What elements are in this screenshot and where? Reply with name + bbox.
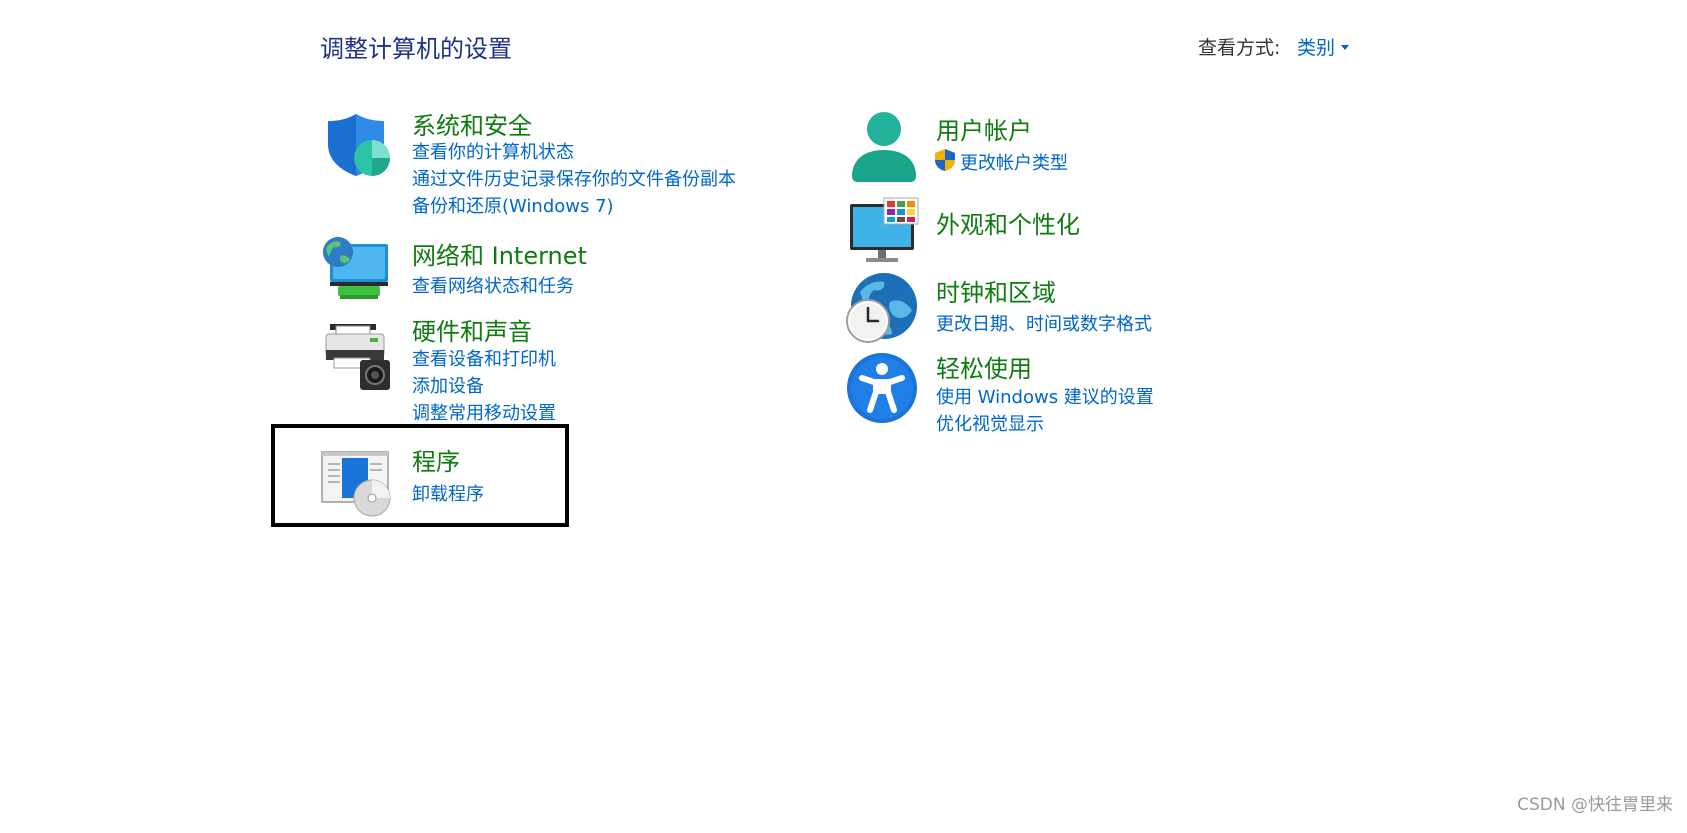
- category-ease-of-access[interactable]: 轻松使用: [936, 349, 1032, 384]
- user-icon[interactable]: [848, 110, 920, 182]
- caret-down-icon: [1341, 44, 1350, 50]
- page-title: 调整计算机的设置: [320, 35, 512, 63]
- category-programs[interactable]: 程序: [412, 442, 460, 477]
- monitor-color-icon[interactable]: [848, 196, 920, 268]
- watermark: CSDN @快往胃里来: [1517, 795, 1673, 815]
- link-uninstall-program[interactable]: 卸载程序: [412, 480, 484, 506]
- programs-disc-icon[interactable]: [320, 446, 392, 518]
- view-by-label: 查看方式:: [1198, 37, 1281, 59]
- link-windows-recommended-settings[interactable]: 使用 Windows 建议的设置: [936, 383, 1154, 409]
- view-by-value: 类别: [1297, 37, 1336, 59]
- link-devices-printers[interactable]: 查看设备和打印机: [412, 345, 556, 371]
- category-system-security[interactable]: 系统和安全: [412, 106, 532, 141]
- printer-icon[interactable]: [322, 320, 394, 392]
- shield-icon[interactable]: [322, 108, 394, 180]
- category-appearance[interactable]: 外观和个性化: [936, 205, 1080, 240]
- link-optimize-visual-display[interactable]: 优化视觉显示: [936, 410, 1044, 436]
- link-change-date-time-format[interactable]: 更改日期、时间或数字格式: [936, 310, 1152, 336]
- link-change-account-type[interactable]: 更改帐户类型: [960, 149, 1068, 175]
- accessibility-icon[interactable]: [846, 352, 918, 424]
- link-mobility-settings[interactable]: 调整常用移动设置: [412, 399, 556, 425]
- network-globe-icon[interactable]: [320, 234, 392, 306]
- link-file-history-backup[interactable]: 通过文件历史记录保存你的文件备份副本: [412, 165, 736, 191]
- uac-shield-icon: [934, 148, 956, 172]
- link-backup-restore[interactable]: 备份和还原(Windows 7): [412, 192, 614, 218]
- link-view-computer-status[interactable]: 查看你的计算机状态: [412, 138, 574, 164]
- clock-globe-icon[interactable]: [846, 272, 918, 344]
- link-add-device[interactable]: 添加设备: [412, 372, 484, 398]
- category-clock-region[interactable]: 时钟和区域: [936, 273, 1056, 308]
- link-network-status[interactable]: 查看网络状态和任务: [412, 272, 574, 298]
- category-hardware-sound[interactable]: 硬件和声音: [412, 312, 532, 347]
- category-user-accounts[interactable]: 用户帐户: [936, 111, 1032, 146]
- view-by-dropdown[interactable]: 类别: [1297, 33, 1350, 60]
- category-network[interactable]: 网络和 Internet: [412, 236, 587, 271]
